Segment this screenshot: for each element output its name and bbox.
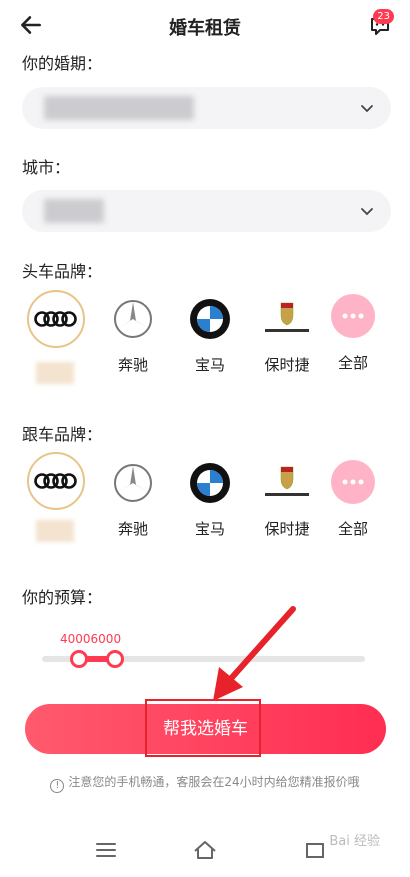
- info-icon: !: [50, 779, 65, 793]
- brand-name: 奔驰: [117, 356, 148, 374]
- budget-label: 你的预算：: [22, 588, 103, 607]
- brand-option-all[interactable]: 全部: [318, 460, 388, 539]
- more-dots-icon: [331, 294, 375, 338]
- brand-name: 全部: [337, 354, 368, 372]
- blurred-value: [44, 96, 194, 120]
- brand-name: 奔驰: [117, 520, 148, 538]
- menu-icon[interactable]: [94, 838, 118, 862]
- page-title: 婚车租赁: [169, 18, 241, 39]
- brand-option-all[interactable]: 全部: [318, 294, 388, 373]
- brand-option-mercedes[interactable]: 奔驰: [98, 456, 168, 539]
- notification-badge: 23: [373, 9, 394, 24]
- top-app-bar: 婚车租赁 23: [0, 0, 410, 50]
- notice-text: ! 注意您的手机畅通，客服会在24小时内给您精准报价哦: [0, 773, 410, 793]
- bmw-logo-icon: [183, 292, 237, 346]
- brand-option-bmw[interactable]: 宝马: [175, 456, 245, 539]
- brand-option-audi[interactable]: [21, 452, 91, 510]
- blurred-brand-name: [36, 520, 74, 542]
- city-select[interactable]: [22, 190, 391, 232]
- blurred-value: [44, 199, 104, 223]
- budget-range-text: 40006000: [60, 632, 122, 646]
- follow-brand-label: 跟车品牌：: [22, 425, 103, 444]
- back-nav-icon[interactable]: [303, 838, 327, 862]
- city-label: 城市：: [22, 158, 71, 177]
- audi-logo-icon: [27, 290, 85, 348]
- brand-option-bmw[interactable]: 宝马: [175, 292, 245, 375]
- budget-max-handle[interactable]: [106, 650, 124, 668]
- bmw-logo-icon: [183, 456, 237, 510]
- mercedes-logo-icon: [106, 292, 160, 346]
- blurred-brand-name: [36, 362, 74, 384]
- porsche-logo-icon: [260, 456, 314, 510]
- brand-name: 全部: [337, 520, 368, 538]
- more-dots-icon: [331, 460, 375, 504]
- brand-name: 保时捷: [264, 520, 310, 538]
- home-icon[interactable]: [193, 838, 217, 862]
- brand-option-mercedes[interactable]: 奔驰: [98, 292, 168, 375]
- annotation-highlight-box: [145, 699, 261, 757]
- budget-min-handle[interactable]: [70, 650, 88, 668]
- mercedes-logo-icon: [106, 456, 160, 510]
- chevron-down-icon: [361, 105, 373, 113]
- chevron-down-icon: [361, 208, 373, 216]
- brand-name: 保时捷: [264, 356, 310, 374]
- brand-option-porsche[interactable]: 保时捷: [252, 456, 322, 539]
- wedding-date-select[interactable]: [22, 87, 391, 129]
- wedding-date-label: 你的婚期：: [22, 54, 103, 73]
- brand-name: 宝马: [194, 356, 225, 374]
- brand-name: 宝马: [194, 520, 225, 538]
- porsche-logo-icon: [260, 292, 314, 346]
- brand-option-audi[interactable]: [21, 290, 91, 348]
- audi-logo-icon: [27, 452, 85, 510]
- brand-option-porsche[interactable]: 保时捷: [252, 292, 322, 375]
- head-brand-label: 头车品牌：: [22, 262, 103, 281]
- watermark: Bai 经验: [329, 834, 380, 849]
- annotation-arrow-icon: [213, 606, 296, 701]
